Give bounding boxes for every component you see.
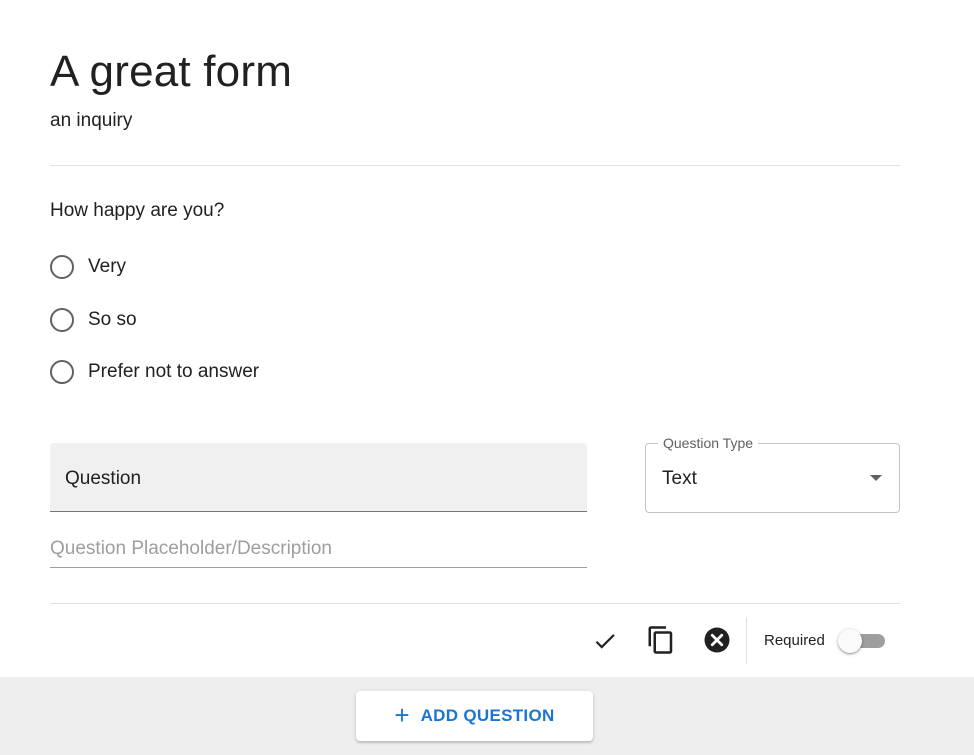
toggle-thumb — [838, 629, 862, 653]
required-toggle[interactable] — [837, 629, 887, 655]
form-title: A great form — [50, 47, 293, 96]
question-description-placeholder: Question Placeholder/Description — [50, 538, 332, 559]
radio-option-label: Very — [88, 256, 127, 277]
required-label: Required — [764, 632, 825, 649]
plus-icon: + — [394, 699, 410, 730]
actions-vertical-divider — [746, 617, 747, 664]
radio-option-label: Prefer not to answer — [88, 361, 260, 382]
copy-icon — [648, 626, 673, 654]
radio-option-label: So so — [88, 309, 137, 330]
radio-option-prefer-not[interactable]: Prefer not to answer — [50, 359, 259, 385]
confirm-button[interactable] — [587, 623, 623, 659]
add-question-button[interactable]: + ADD QUESTION — [356, 691, 593, 741]
add-question-label: ADD QUESTION — [420, 706, 555, 725]
cancel-circle-icon — [704, 627, 730, 653]
question-preview-label: How happy are you? — [50, 200, 225, 221]
delete-button[interactable] — [699, 622, 735, 658]
radio-unchecked-icon[interactable] — [50, 255, 74, 279]
question-input[interactable]: Question — [50, 443, 587, 512]
actions-divider — [50, 603, 900, 604]
question-type-select[interactable]: Question Type Text — [645, 435, 900, 513]
check-icon — [595, 634, 615, 649]
radio-unchecked-icon[interactable] — [50, 308, 74, 332]
form-description: an inquiry — [50, 110, 133, 131]
question-type-label: Question Type — [658, 435, 759, 451]
form-card: A great form an inquiry How happy are yo… — [0, 0, 974, 677]
header-divider — [50, 165, 900, 166]
question-input-value: Question — [65, 468, 142, 489]
radio-option-very[interactable]: Very — [50, 254, 126, 280]
radio-unchecked-icon[interactable] — [50, 360, 74, 384]
radio-option-so-so[interactable]: So so — [50, 307, 137, 333]
question-description-input[interactable]: Question Placeholder/Description — [50, 530, 587, 568]
question-type-value: Text — [662, 468, 697, 489]
dropdown-arrow-icon — [870, 475, 882, 481]
duplicate-button[interactable] — [643, 622, 679, 658]
